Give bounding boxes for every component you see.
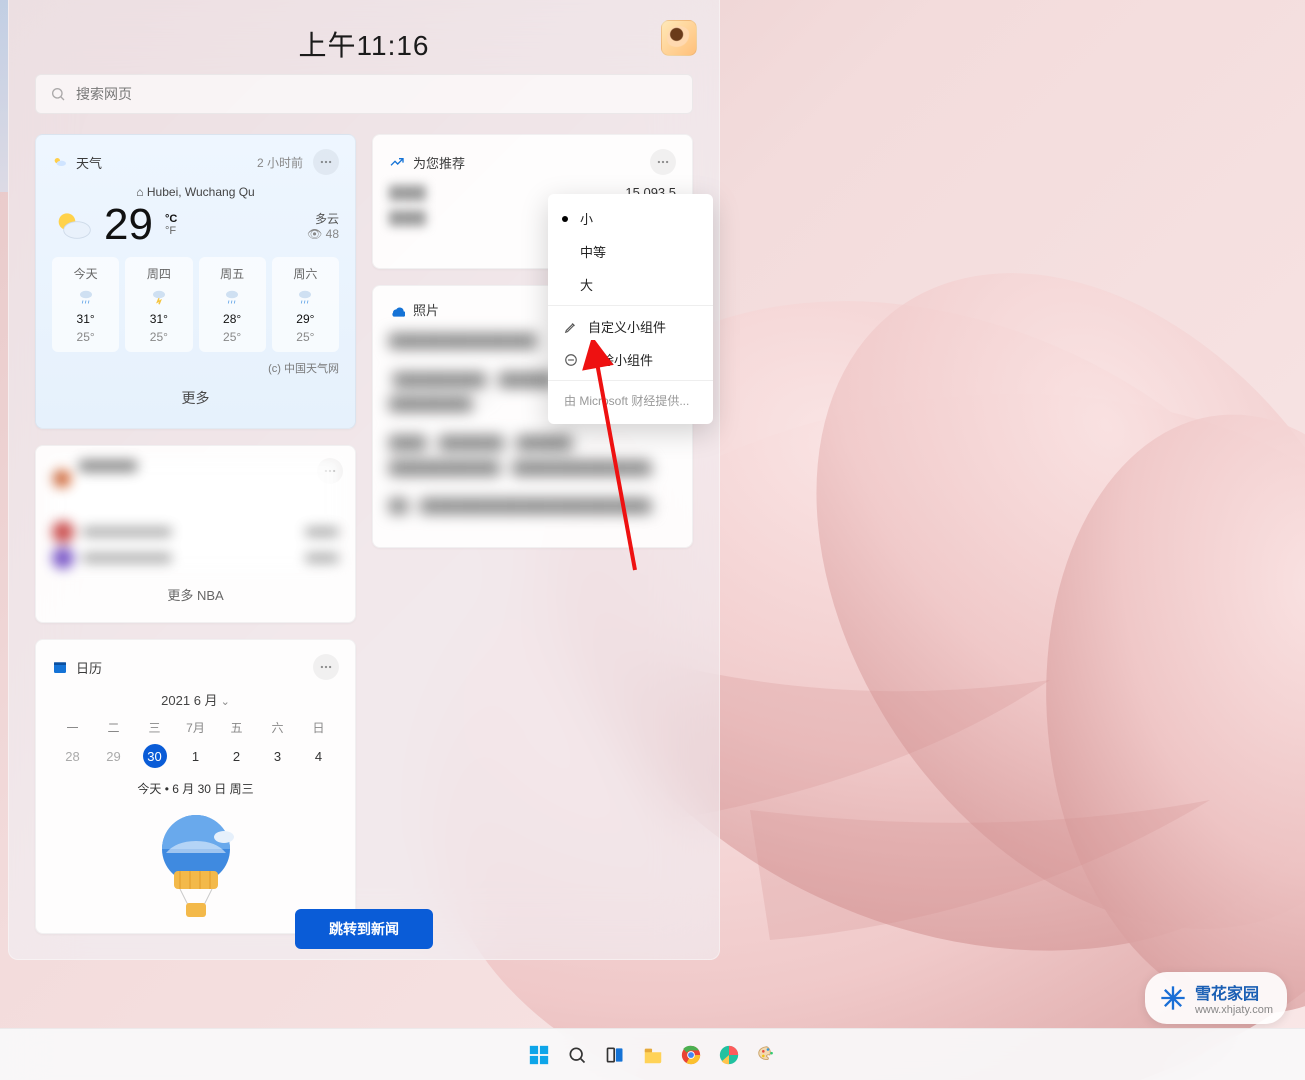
calendar-month[interactable]: 2021 6 月 xyxy=(52,690,339,709)
forecast-day[interactable]: 周四31°25° xyxy=(125,257,192,352)
weather-icon xyxy=(52,154,68,170)
browser2-button[interactable] xyxy=(714,1040,744,1070)
clock: 上午11:16 xyxy=(299,24,430,64)
sports-widget[interactable]: 🏀 更多 NBA xyxy=(35,445,356,623)
user-avatar[interactable] xyxy=(661,20,697,56)
watermark: 雪花家园 www.xhjaty.com xyxy=(1145,972,1287,1024)
forecast-day[interactable]: 周五28°25° xyxy=(199,257,266,352)
calendar-title: 日历 xyxy=(76,658,102,677)
desktop-edge xyxy=(0,0,8,960)
weather-title: 天气 xyxy=(76,153,102,172)
menu-size-small[interactable]: 小 xyxy=(548,202,713,235)
bullet-icon xyxy=(562,216,568,222)
taskview-button[interactable] xyxy=(600,1040,630,1070)
finance-icon xyxy=(389,154,405,170)
calendar-widget[interactable]: 日历 2021 6 月 一二三7月五六日 28 29 30 1 xyxy=(35,639,356,934)
watermark-title: 雪花家园 xyxy=(1195,980,1273,1004)
weather-location: Hubei, Wuchang Qu xyxy=(52,185,339,199)
watermark-url: www.xhjaty.com xyxy=(1195,1004,1273,1016)
taskbar[interactable] xyxy=(0,1028,1305,1080)
weather-more-button[interactable] xyxy=(313,149,339,175)
calendar-grid[interactable]: 一二三7月五六日 28 29 30 1 2 3 4 xyxy=(52,715,339,772)
jump-to-news-button[interactable]: 跳转到新闻 xyxy=(295,909,433,949)
menu-customize-widget[interactable]: 自定义小组件 xyxy=(548,310,713,343)
weather-now-icon xyxy=(52,205,92,245)
menu-size-medium[interactable]: 中等 xyxy=(548,235,713,268)
sports-content-blurred: 🏀 xyxy=(52,460,339,571)
calendar-more-button[interactable] xyxy=(313,654,339,680)
weather-widget[interactable]: 天气 2 小时前 Hubei, Wuchang Qu 29 °C xyxy=(35,134,356,429)
search-placeholder: 搜索网页 xyxy=(76,84,132,104)
weather-temp: 29 xyxy=(104,203,153,247)
start-button[interactable] xyxy=(524,1040,554,1070)
forecast-day[interactable]: 今天31°25° xyxy=(52,257,119,352)
calendar-today: 今天 • 6 月 30 日 周三 xyxy=(52,780,339,797)
remove-icon xyxy=(564,353,578,367)
weather-units[interactable]: °C °F xyxy=(165,213,177,237)
sports-more-link[interactable]: 更多 NBA xyxy=(52,585,339,604)
weather-attribution: (c) 中国天气网 xyxy=(52,360,339,376)
weather-more-link[interactable]: 更多 xyxy=(52,382,339,414)
menu-size-large[interactable]: 大 xyxy=(548,268,713,301)
search-icon xyxy=(50,86,66,102)
snowflake-icon xyxy=(1159,984,1187,1012)
photos-title: 照片 xyxy=(413,300,439,319)
menu-remove-widget[interactable]: 删除小组件 xyxy=(548,343,713,376)
paint-button[interactable] xyxy=(752,1040,782,1070)
explorer-button[interactable] xyxy=(638,1040,668,1070)
chrome-button[interactable] xyxy=(676,1040,706,1070)
forecast-day[interactable]: 周六29°25° xyxy=(272,257,339,352)
pencil-icon xyxy=(564,320,578,334)
menu-provider: 由 Microsoft 财经提供... xyxy=(548,385,713,416)
finance-title: 为您推荐 xyxy=(413,153,465,172)
calendar-illustration xyxy=(52,809,339,919)
onedrive-icon xyxy=(389,302,405,318)
weather-age: 2 小时前 xyxy=(257,154,303,171)
search-input[interactable]: 搜索网页 xyxy=(35,74,693,114)
calendar-icon xyxy=(52,659,68,675)
weather-forecast: 今天31°25° 周四31°25° 周五28°25° 周六29°25° xyxy=(52,257,339,352)
weather-condition: 多云 👁 48 xyxy=(307,210,339,241)
widget-context-menu: 小 中等 大 自定义小组件 删除小组件 由 Microsoft 财经提供... xyxy=(548,194,713,424)
widgets-panel: 上午11:16 搜索网页 天气 2 小时前 xyxy=(8,0,720,960)
taskbar-search-button[interactable] xyxy=(562,1040,592,1070)
finance-more-button[interactable] xyxy=(650,149,676,175)
